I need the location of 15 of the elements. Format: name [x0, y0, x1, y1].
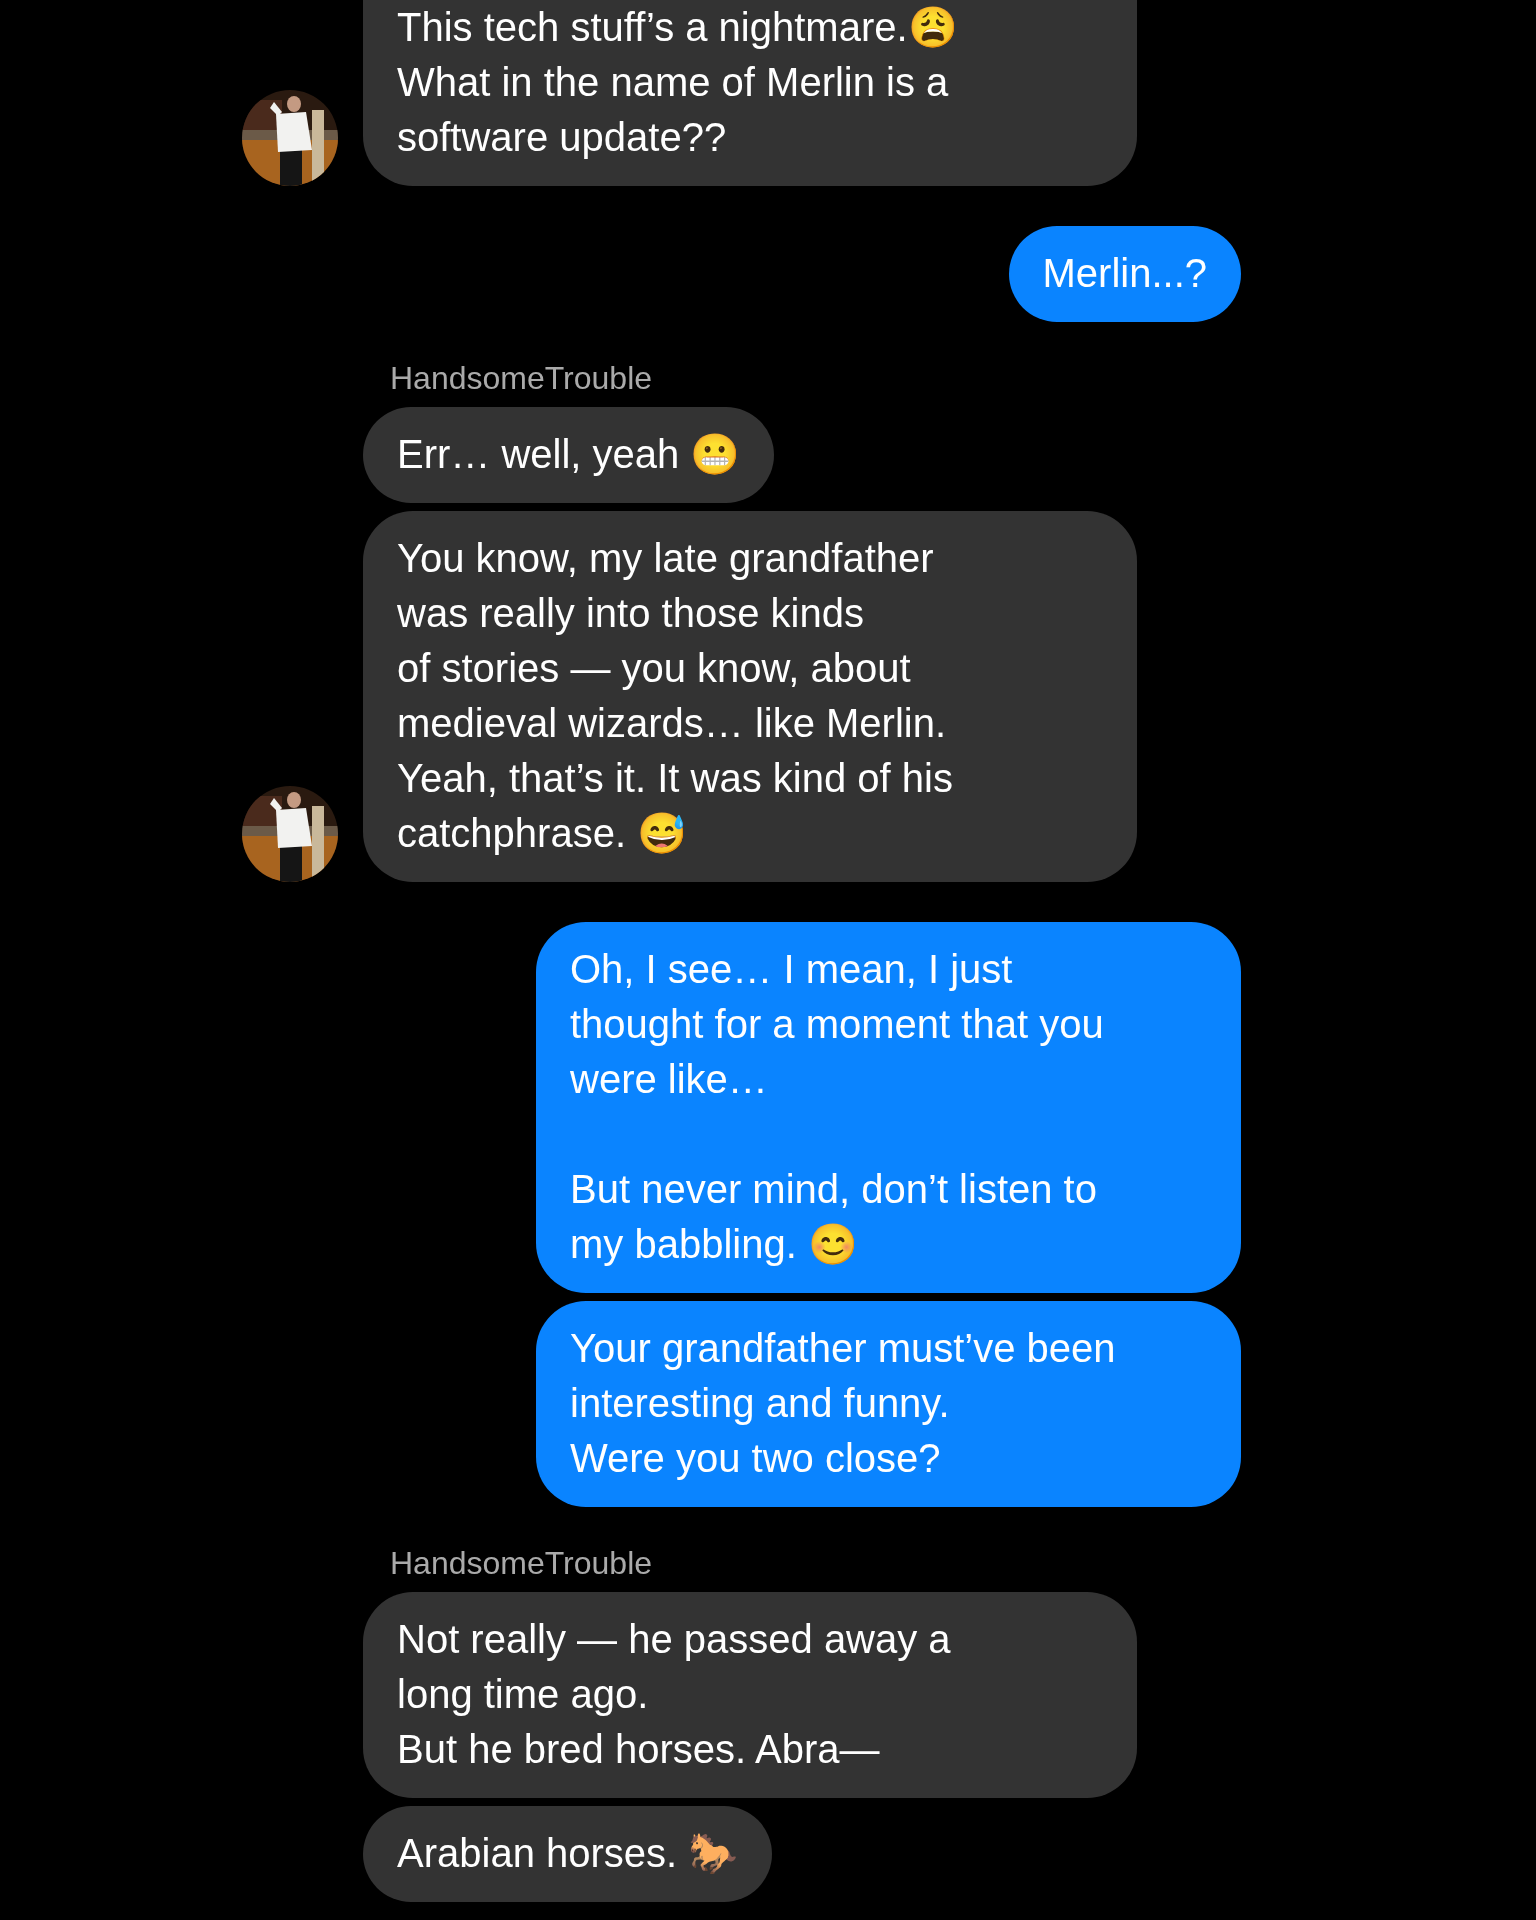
sender-name: HandsomeTrouble — [389, 1545, 654, 1582]
message-bubble: This tech stuff’s a nightmare.😩 What in the name of Merlin is a software update?? — [363, 0, 1137, 186]
message-bubble: Oh, I see… I mean, I just thought for a moment that you were like… But never mind, don’t listen to my babbling. 😊 — [536, 922, 1241, 1293]
message-bubble: Not really — he passed away a long time ago. But he bred horses. Abra— — [363, 1592, 1137, 1798]
message-bubble: Merlin...? — [1008, 226, 1241, 322]
message-bubble: You know, my late grandfather was really into those kinds of stories — you know, about medieval wizards… like Merlin. Yeah, that’s it. It was kind of his catchphrase. 😅 — [363, 511, 1137, 882]
emoji: 😊 — [807, 1222, 858, 1266]
emoji: 😩 — [907, 5, 958, 49]
sender-name: HandsomeTrouble — [389, 360, 654, 397]
message-bubble: Err… well, yeah 😬 — [363, 407, 775, 503]
emoji: 😅 — [637, 811, 688, 855]
emoji: 😬 — [690, 432, 741, 476]
message-bubble: Your grandfather must’ve been interesting and funny. Were you two close? — [536, 1301, 1241, 1507]
message-bubble: Arabian horses. 🐎 — [363, 1806, 773, 1902]
emoji: 🐎 — [688, 1831, 739, 1875]
